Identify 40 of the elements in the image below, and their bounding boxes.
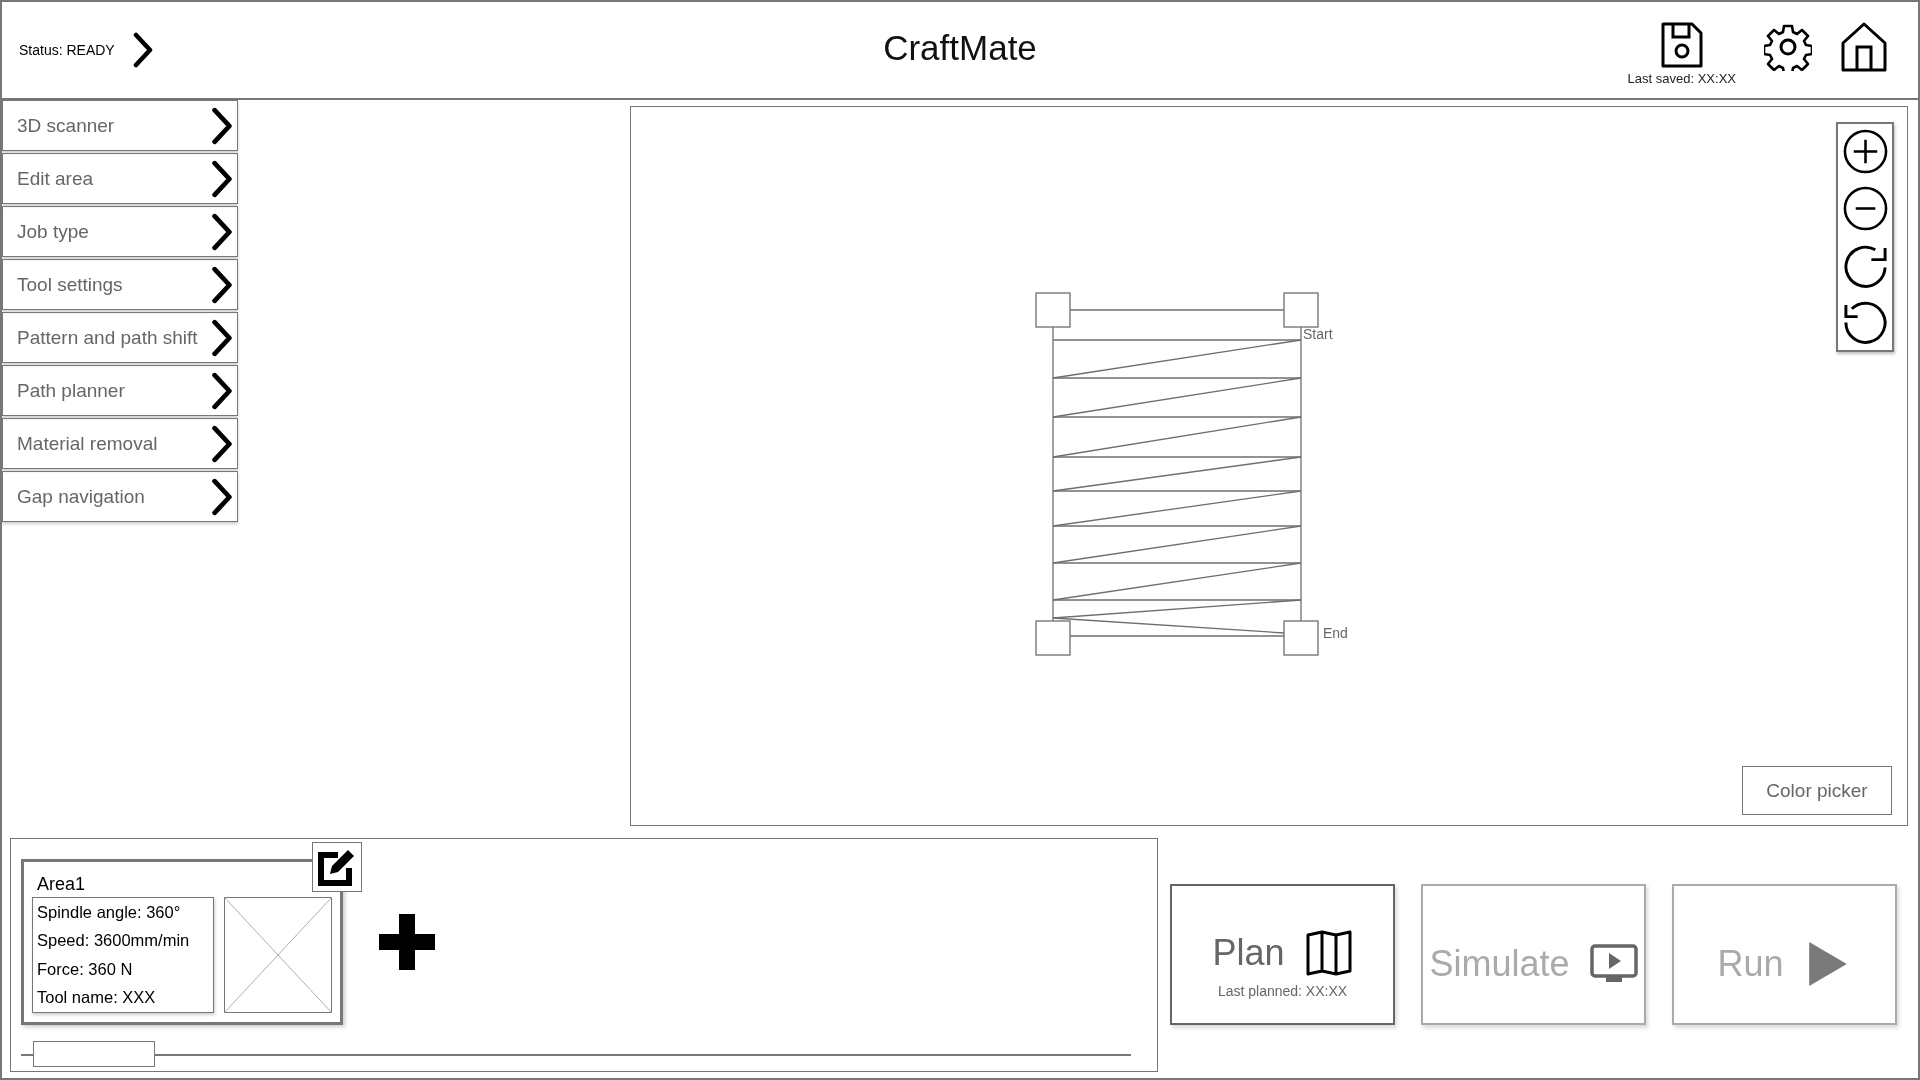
horizontal-scrollbar[interactable] <box>21 1041 1131 1069</box>
sidebar-item[interactable]: Edit area <box>2 153 238 204</box>
sidebar-item[interactable]: Pattern and path shift <box>2 312 238 363</box>
area-card[interactable]: Area1 Spindle angle: 360° Speed: 3600mm/min Force: 360 N Tool name: XXX <box>21 859 343 1025</box>
plan-button[interactable]: Plan Last planned: XX:XX <box>1170 884 1395 1025</box>
sidebar-item[interactable]: Path planner <box>2 365 238 416</box>
color-picker-button[interactable]: Color picker <box>1742 766 1892 815</box>
chevron-right-icon <box>211 477 233 516</box>
chevron-right-icon <box>211 106 233 145</box>
sidebar-item[interactable]: Tool settings <box>2 259 238 310</box>
rotate-counterclockwise-icon[interactable] <box>1841 299 1889 346</box>
map-icon <box>1304 928 1353 977</box>
sidebar-item[interactable]: Gap navigation <box>2 471 238 522</box>
save-icon[interactable] <box>1659 20 1704 69</box>
chevron-right-icon <box>211 424 233 463</box>
chevron-right-icon <box>211 212 233 251</box>
settings-icon[interactable] <box>1764 22 1812 71</box>
chevron-right-icon <box>211 371 233 410</box>
chevron-right-icon[interactable] <box>132 32 153 68</box>
last-saved-text: Last saved: XX:XX <box>1627 70 1736 86</box>
app-title: CraftMate <box>883 28 1037 68</box>
detail-text: Speed: 3600mm/min <box>37 931 191 951</box>
chevron-right-icon <box>211 318 233 357</box>
detail-text: Force: 360 N <box>37 959 134 979</box>
sidebar-item[interactable]: Material removal <box>2 418 238 469</box>
home-icon[interactable] <box>1840 20 1888 73</box>
start-label: Start <box>1303 326 1333 342</box>
detail-text: Tool name: XXX <box>37 988 157 1008</box>
chevron-right-icon <box>211 265 233 304</box>
end-label: End <box>1323 625 1348 641</box>
sidebar-item[interactable]: 3D scanner <box>2 100 238 151</box>
edit-icon[interactable] <box>312 842 362 892</box>
chevron-right-icon <box>211 159 233 198</box>
add-icon[interactable] <box>379 914 435 970</box>
area-title: Area1 <box>36 874 87 895</box>
sidebar-item[interactable]: Job type <box>2 206 238 257</box>
zoom-in-icon[interactable] <box>1841 128 1889 175</box>
detail-text: Spindle angle: 360° <box>37 902 182 922</box>
zoom-out-icon[interactable] <box>1841 185 1889 232</box>
status-text: Status: READY <box>19 42 115 58</box>
